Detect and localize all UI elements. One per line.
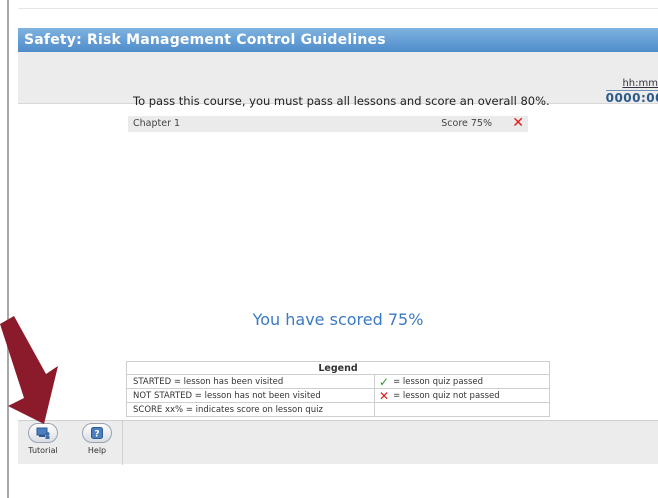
legend-not-passed: = lesson quiz not passed [393,390,500,401]
help-label: Help [87,446,107,455]
top-border-line [18,8,658,9]
pointer-arrow [0,316,58,424]
score-message: You have scored 75% [252,310,424,329]
cross-icon: ✕ [379,388,390,403]
help-button[interactable]: ? Help [76,423,118,463]
check-icon: ✓ [379,374,390,389]
toolbar-divider [122,421,123,465]
legend-started: STARTED = lesson has been visited [127,375,375,388]
legend-row: SCORE xx% = indicates score on lesson qu… [127,403,549,417]
chapter-score: Score 75% [441,118,492,129]
pass-requirement-text: To pass this course, you must pass all l… [133,94,550,108]
timer-label: hh:mm [622,78,658,89]
legend-row: NOT STARTED = lesson has not been visite… [127,389,549,403]
legend-row: STARTED = lesson has been visited ✓ = le… [127,375,549,389]
legend-title: Legend [127,362,549,375]
window-title: Safety: Risk Management Control Guidelin… [18,28,658,52]
tutorial-button[interactable]: Tutorial [22,423,64,463]
legend-score: SCORE xx% = indicates score on lesson qu… [127,403,375,417]
course-window: Safety: Risk Management Control Guidelin… [18,28,658,465]
chapter-row[interactable]: Chapter 1 Score 75% ✕ [128,115,528,132]
legend-table: Legend STARTED = lesson has been visited… [126,361,550,417]
tutorial-icon [36,427,50,439]
help-icon: ? [91,427,103,439]
tutorial-label: Tutorial [28,446,58,455]
svg-text:?: ? [94,430,99,440]
timer-value: 0000:00 [605,90,658,105]
legend-not-started: NOT STARTED = lesson has not been visite… [127,389,375,402]
bottom-toolbar: Tutorial ? Help [18,420,658,465]
legend-passed: = lesson quiz passed [393,376,484,387]
cross-icon: ✕ [512,115,524,131]
